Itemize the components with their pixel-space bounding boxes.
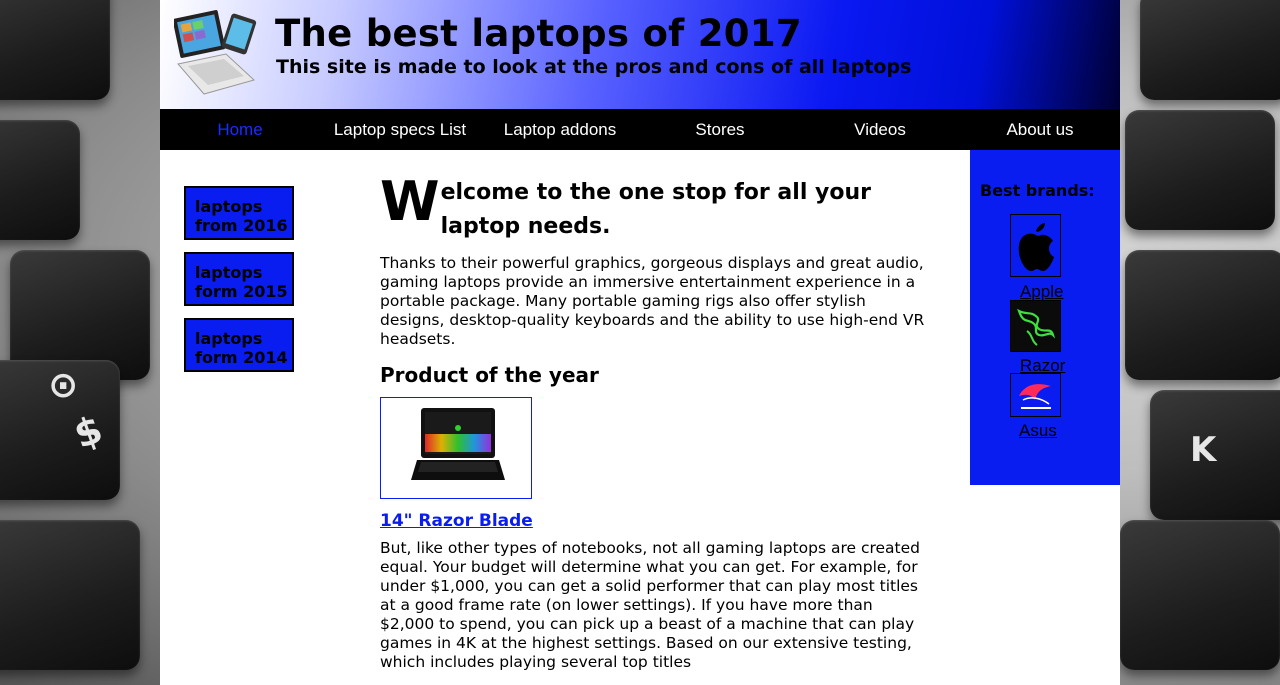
site-subtitle: This site is made to look at the pros an… [276,56,912,78]
apple-logo-icon [1011,215,1060,276]
key-glyph-k: K [1190,430,1217,470]
razer-blade-laptop-icon [411,408,505,480]
laptops-2015-button[interactable]: laptops form 2015 [184,252,294,306]
welcome-text: elcome to the one stop for all your lapt… [440,180,871,239]
laptops-2014-button[interactable]: laptops form 2014 [184,318,294,372]
site-title: The best laptops of 2017 [275,12,802,55]
nav-home[interactable]: Home [160,109,320,150]
apple-brand-image[interactable] [1010,214,1061,277]
nav-laptop-specs-list[interactable]: Laptop specs List [320,109,480,150]
asus-link[interactable]: Asus [1019,421,1057,441]
product-image[interactable] [380,397,532,499]
apple-link[interactable]: Apple [1020,282,1063,302]
page-container: The best laptops of 2017 This site is ma… [160,0,1120,685]
laptops-2016-button[interactable]: laptops from 2016 [184,186,294,240]
best-brands-title: Best brands: [980,181,1095,200]
nav-videos[interactable]: Videos [800,109,960,150]
asus-rog-logo-icon [1011,374,1060,416]
body-paragraph: But, like other types of notebooks, not … [380,539,920,671]
site-header: The best laptops of 2017 This site is ma… [160,0,1120,109]
laptop-tablet-icon [174,10,257,95]
key-glyph-power: ⊙ [48,365,79,406]
intro-paragraph: Thanks to their powerful graphics, gorge… [380,254,925,348]
welcome-heading: Welcome to the one stop for all your lap… [380,170,925,244]
main-nav: Home Laptop specs List Laptop addons Sto… [160,109,1120,150]
right-sidebar: Best brands: Apple Razor Asus [970,150,1120,485]
main-content: Welcome to the one stop for all your lap… [380,170,925,672]
razor-blade-link[interactable]: 14" Razor Blade [380,511,533,531]
razer-logo-icon [1011,301,1060,351]
welcome-dropcap: W [380,170,440,233]
nav-about-us[interactable]: About us [960,109,1120,150]
razer-brand-image[interactable] [1010,300,1061,352]
product-of-year-heading: Product of the year [380,363,599,387]
asus-brand-image[interactable] [1010,373,1061,417]
nav-stores[interactable]: Stores [640,109,800,150]
nav-laptop-addons[interactable]: Laptop addons [480,109,640,150]
